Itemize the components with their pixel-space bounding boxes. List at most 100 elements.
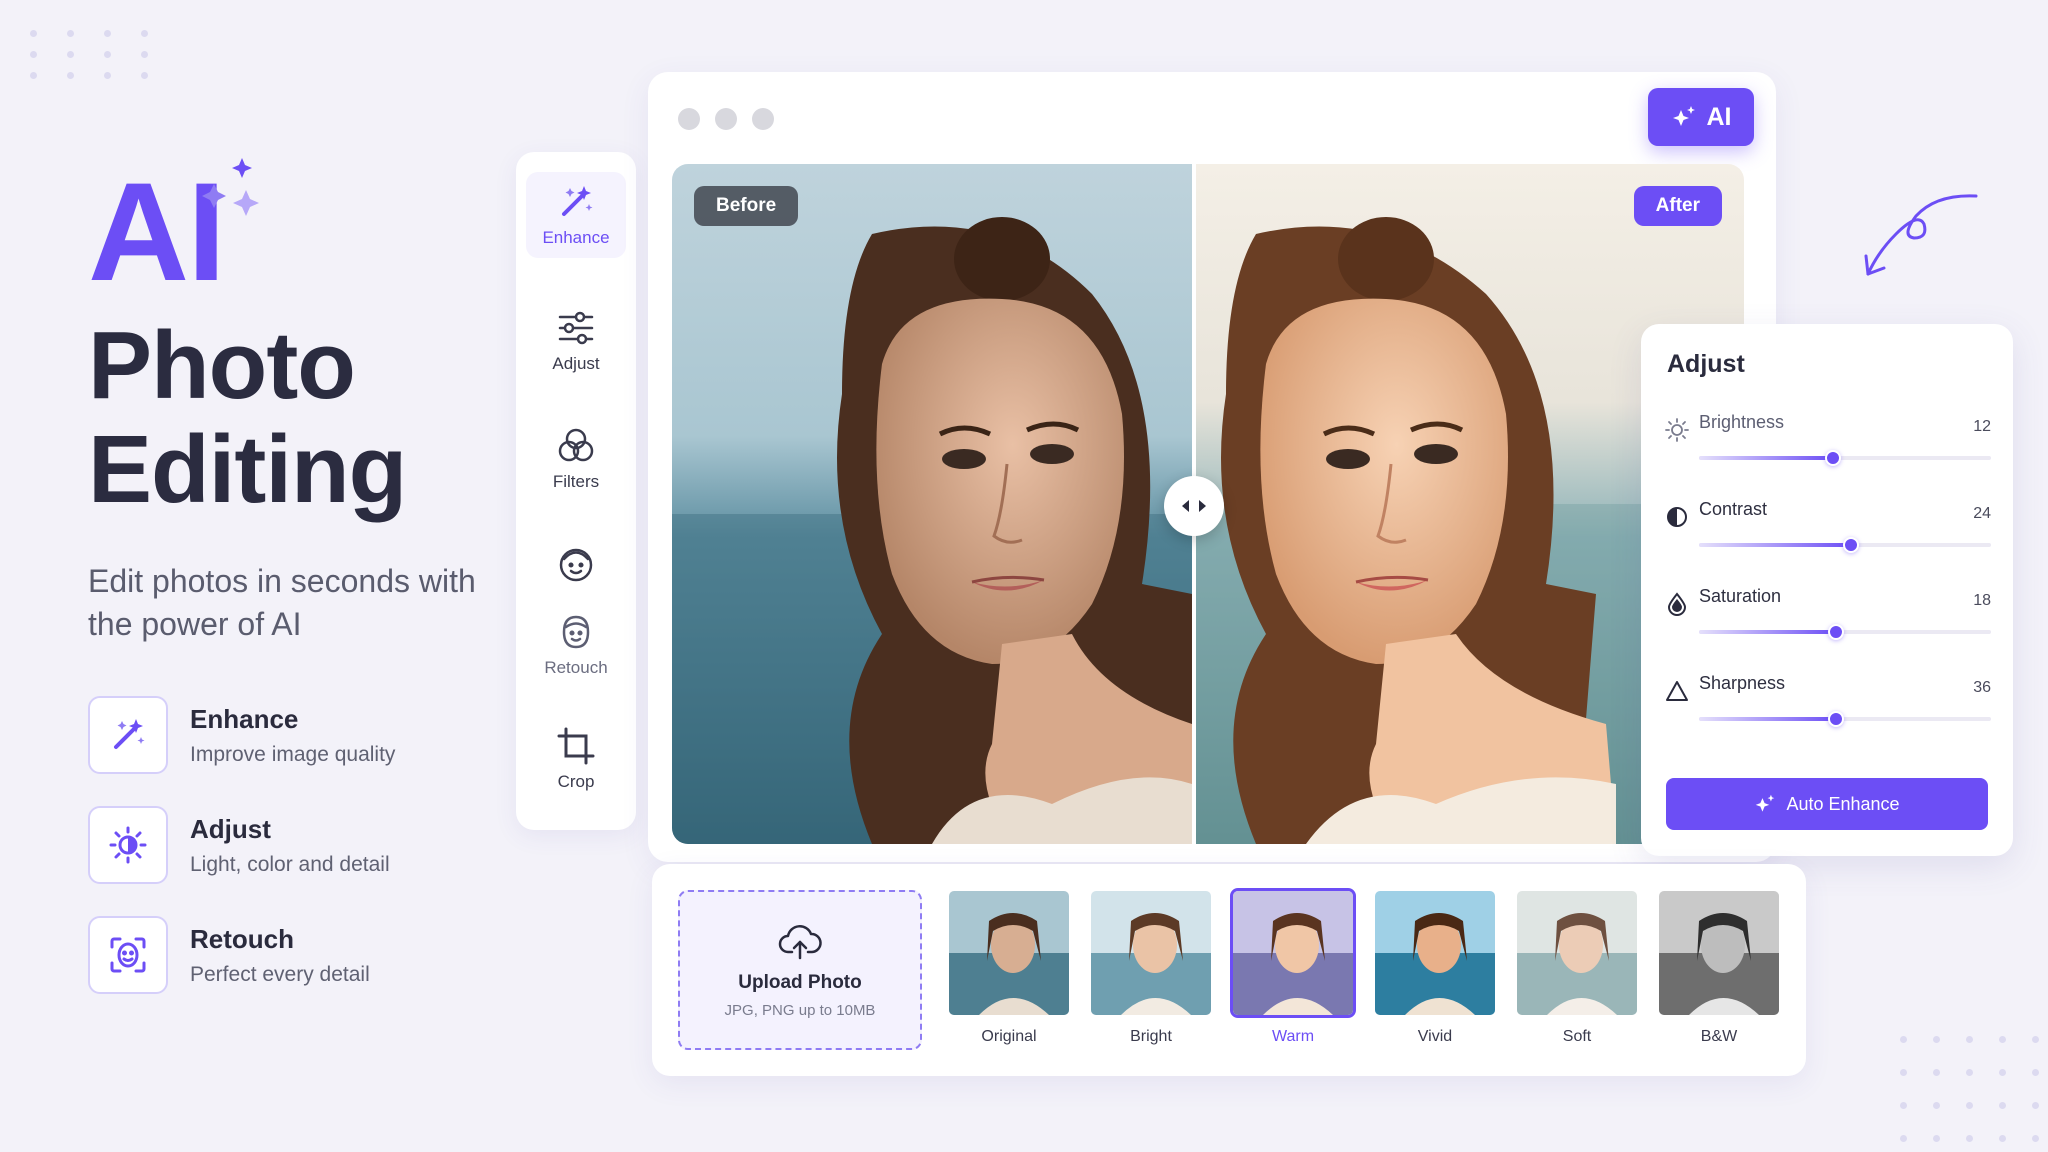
- sparkles-icon: [1756, 794, 1775, 812]
- tool-enhance-label: Enhance: [542, 228, 610, 247]
- window-controls: [678, 108, 774, 130]
- sharpness-triangle-icon: [1666, 681, 1688, 701]
- slider-brightness-label: Brightness: [1699, 412, 1785, 432]
- tool-retouch-label: Retouch: [544, 658, 608, 677]
- sliders-icon: [558, 311, 594, 345]
- upload-dropzone[interactable]: Upload Photo JPG, PNG up to 10MB: [678, 890, 922, 1050]
- filter-soft[interactable]: Soft: [1514, 888, 1640, 1046]
- chevron-right-icon: [1199, 500, 1206, 512]
- slider-saturation-label: Saturation: [1699, 586, 1782, 606]
- slider-saturation-value: 18: [1973, 592, 1991, 609]
- filter-label: Vivid: [1417, 1028, 1453, 1045]
- hero-title-line2: Editing: [88, 416, 407, 523]
- slider-contrast-value: 24: [1973, 505, 1991, 522]
- window-dot-close[interactable]: [678, 108, 700, 130]
- feature-retouch: Retouch Perfect every detail: [88, 916, 508, 994]
- filter-warm[interactable]: Warm: [1230, 888, 1356, 1046]
- feature-adjust-desc: Light, color and detail: [190, 852, 390, 876]
- filter-bw[interactable]: B&W: [1656, 888, 1782, 1046]
- ai-button-label: AI: [1706, 102, 1732, 131]
- filters-icon: [558, 428, 594, 462]
- saturation-drop-icon: [1667, 592, 1687, 616]
- chevron-left-icon: [1182, 500, 1189, 512]
- filter-vivid[interactable]: Vivid: [1372, 888, 1498, 1046]
- before-after-compare[interactable]: Before After: [672, 164, 1744, 844]
- brightness-icon: [88, 806, 168, 884]
- ai-button[interactable]: AI: [1648, 88, 1754, 146]
- upload-title: Upload Photo: [738, 971, 862, 993]
- sparkles-icon: [202, 158, 259, 216]
- slider-contrast-knob[interactable]: [1842, 537, 1859, 553]
- after-badge: After: [1633, 186, 1722, 226]
- filter-bright[interactable]: Bright: [1088, 888, 1214, 1046]
- filter-thumbnail: [1372, 888, 1498, 1018]
- tool-face[interactable]: [526, 544, 626, 584]
- decor-dots-bottom-right: [1900, 1036, 2039, 1142]
- slider-sharpness-value: 36: [1973, 679, 1991, 696]
- face-icon: [559, 548, 593, 582]
- slider-brightness-value: 12: [1973, 418, 1991, 435]
- face-scan-icon: [88, 916, 168, 994]
- tool-retouch[interactable]: Retouch: [526, 612, 626, 678]
- slider-saturation-track[interactable]: [1699, 624, 1991, 640]
- before-image: [672, 164, 1192, 844]
- slider-sharpness-track[interactable]: [1699, 711, 1991, 727]
- filter-label: Warm: [1271, 1028, 1315, 1045]
- filter-thumbnail: [946, 888, 1072, 1018]
- crop-icon: [557, 727, 595, 765]
- filter-thumbnail: [1514, 888, 1640, 1018]
- filter-thumbnail: [1656, 888, 1782, 1018]
- slider-contrast-fill: [1699, 543, 1851, 547]
- curved-arrow-icon: [1864, 194, 1978, 276]
- feature-list: Enhance Improve image quality Adjust Lig…: [88, 696, 508, 994]
- compare-handle[interactable]: [1164, 476, 1224, 536]
- hero-section: AI Photo Editing Edit photos in seconds …: [88, 120, 508, 1026]
- contrast-icon: [1667, 507, 1687, 527]
- auto-enhance-button[interactable]: Auto Enhance: [1666, 778, 1988, 830]
- tool-filters[interactable]: Filters: [526, 426, 626, 492]
- auto-enhance-label: Auto Enhance: [1786, 793, 1900, 814]
- adjust-panel-title: Adjust: [1667, 350, 1745, 378]
- filter-label: B&W: [1700, 1028, 1738, 1045]
- filter-label: Bright: [1130, 1028, 1172, 1045]
- hero-ai-heading: AI: [88, 158, 259, 302]
- filter-original[interactable]: Original: [946, 888, 1072, 1046]
- slider-brightness-knob[interactable]: [1825, 450, 1842, 466]
- filter-label: Original: [981, 1028, 1037, 1045]
- slider-sharpness-fill: [1699, 717, 1837, 721]
- slider-saturation-knob[interactable]: [1828, 624, 1845, 640]
- before-badge: Before: [694, 186, 799, 226]
- tool-crop[interactable]: Crop: [526, 726, 626, 792]
- sparkles-icon: [1672, 106, 1695, 126]
- filter-strip: Upload Photo JPG, PNG up to 10MB Origina…: [652, 864, 1806, 1076]
- feature-adjust-name: Adjust: [190, 813, 271, 844]
- slider-brightness-fill: [1699, 456, 1834, 460]
- hero-title: Photo Editing: [88, 314, 508, 522]
- filter-label: Soft: [1562, 1028, 1592, 1045]
- tool-filters-label: Filters: [552, 472, 600, 491]
- decor-dots-top-left: [30, 30, 148, 79]
- slider-contrast-label: Contrast: [1699, 499, 1768, 519]
- slider-saturation-fill: [1699, 630, 1837, 634]
- sun-icon: [1665, 418, 1689, 442]
- feature-retouch-name: Retouch: [190, 923, 294, 954]
- slider-brightness-track[interactable]: [1699, 450, 1991, 466]
- cloud-upload-icon: [778, 924, 822, 959]
- filter-thumbnail: [1088, 888, 1214, 1018]
- slider-sharpness-knob[interactable]: [1828, 711, 1845, 727]
- tool-crop-label: Crop: [557, 772, 595, 791]
- tool-adjust-label: Adjust: [552, 354, 600, 373]
- filter-thumbnail: [1230, 888, 1356, 1018]
- slider-contrast-track[interactable]: [1699, 537, 1991, 553]
- tool-sidebar: Enhance Adjust Filters Retouch Crop: [516, 152, 636, 830]
- window-dot-maximize[interactable]: [752, 108, 774, 130]
- slider-sharpness-label: Sharpness: [1699, 673, 1786, 693]
- feature-adjust: Adjust Light, color and detail: [88, 806, 508, 884]
- tool-enhance[interactable]: Enhance: [526, 172, 626, 258]
- tool-adjust[interactable]: Adjust: [526, 308, 626, 374]
- feature-retouch-desc: Perfect every detail: [190, 962, 370, 986]
- window-dot-minimize[interactable]: [715, 108, 737, 130]
- magic-wand-icon: [562, 186, 593, 216]
- feature-enhance-desc: Improve image quality: [190, 742, 396, 766]
- hero-title-line1: Photo: [88, 312, 356, 419]
